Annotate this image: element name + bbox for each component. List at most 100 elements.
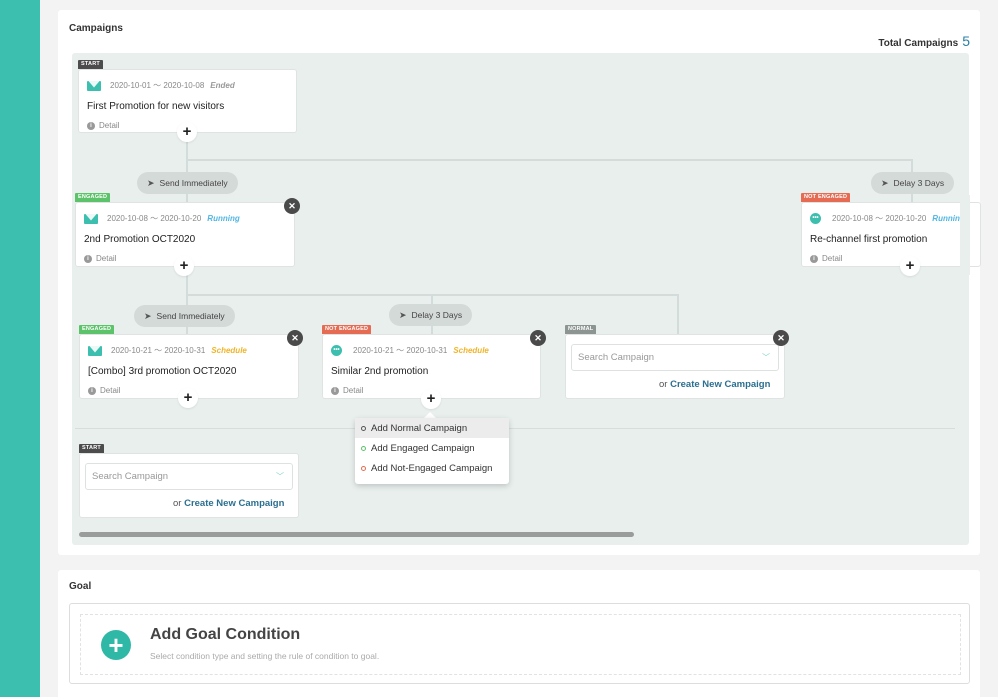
create-label: Create New Campaign bbox=[670, 379, 771, 390]
menu-item-add-normal[interactable]: Add Normal Campaign bbox=[355, 418, 509, 438]
pill-label: Delay 3 Days bbox=[893, 178, 945, 188]
create-label: Create New Campaign bbox=[184, 498, 285, 509]
campaign-status: Ended bbox=[210, 81, 235, 90]
total-campaigns: Total Campaigns 5 bbox=[878, 33, 970, 49]
send-immediately-pill[interactable]: ➤ Send Immediately bbox=[134, 305, 235, 327]
close-icon[interactable]: ✕ bbox=[773, 330, 789, 346]
campaign-status: Schedule bbox=[453, 346, 489, 355]
plus-circle-icon[interactable]: + bbox=[101, 630, 131, 660]
not-engaged-dot-icon bbox=[361, 465, 366, 471]
campaign-dates: 2020-10-08 ～ 2020-10-20 bbox=[832, 214, 927, 223]
pill-label: Send Immediately bbox=[156, 311, 225, 321]
campaign-dates-row: ••• 2020-10-08 ～ 2020-10-20 Running bbox=[810, 213, 965, 224]
detail-link[interactable]: i Detail bbox=[87, 121, 119, 130]
menu-item-add-engaged[interactable]: Add Engaged Campaign bbox=[355, 438, 509, 458]
left-sidebar bbox=[0, 0, 40, 697]
menu-item-label: Add Not-Engaged Campaign bbox=[371, 462, 493, 474]
info-icon: i bbox=[87, 121, 95, 130]
mail-icon bbox=[87, 80, 101, 91]
chat-icon: ••• bbox=[810, 213, 821, 224]
add-branch-button[interactable]: + bbox=[900, 256, 920, 276]
campaign-name: First Promotion for new visitors bbox=[87, 101, 225, 112]
close-icon[interactable]: ✕ bbox=[284, 198, 300, 214]
send-icon: ➤ bbox=[881, 178, 889, 188]
info-icon: i bbox=[88, 386, 96, 395]
close-icon[interactable]: ✕ bbox=[287, 330, 303, 346]
not-engaged-tag: NOT ENGAGED bbox=[322, 325, 372, 334]
add-goal-title[interactable]: Add Goal Condition bbox=[150, 626, 300, 644]
campaign-dates-row: 2020-10-21 ～ 2020-10-31 Schedule bbox=[88, 345, 247, 356]
send-icon: ➤ bbox=[399, 310, 407, 320]
info-icon: i bbox=[331, 386, 339, 395]
detail-label: Detail bbox=[343, 386, 364, 395]
horizontal-scrollbar[interactable] bbox=[79, 532, 634, 537]
start-campaign-card: Search Campaign ﹀ or Create New Campaign bbox=[79, 453, 299, 518]
campaign-name: Re-channel first promotion bbox=[810, 234, 928, 245]
add-branch-button[interactable]: + bbox=[177, 122, 197, 142]
create-new-campaign-link[interactable]: or Create New Campaign bbox=[659, 379, 770, 390]
detail-link[interactable]: i Detail bbox=[88, 386, 120, 395]
start-tag: START bbox=[79, 444, 104, 453]
total-campaigns-label: Total Campaigns bbox=[878, 38, 959, 49]
total-campaigns-count: 5 bbox=[962, 33, 970, 49]
chat-icon: ••• bbox=[331, 345, 342, 356]
normal-tag: NORMAL bbox=[565, 325, 597, 334]
engaged-tag: ENGAGED bbox=[79, 325, 115, 334]
mail-icon bbox=[84, 213, 98, 224]
search-placeholder: Search Campaign bbox=[578, 352, 655, 363]
mail-icon bbox=[88, 345, 102, 356]
not-engaged-tag: NOT ENGAGED bbox=[801, 193, 851, 202]
detail-label: Detail bbox=[100, 386, 121, 395]
engaged-dot-icon bbox=[361, 445, 366, 451]
campaign-status: Running bbox=[207, 214, 240, 223]
menu-item-label: Add Normal Campaign bbox=[371, 422, 468, 434]
start-tag: START bbox=[78, 60, 103, 69]
delay-pill[interactable]: ➤ Delay 3 Days bbox=[871, 172, 955, 194]
campaigns-title: Campaigns bbox=[69, 23, 123, 34]
menu-item-add-not-engaged[interactable]: Add Not-Engaged Campaign bbox=[355, 458, 509, 478]
info-icon: i bbox=[84, 254, 92, 263]
create-new-campaign-link[interactable]: or Create New Campaign bbox=[173, 498, 284, 509]
goal-dashed-area bbox=[80, 614, 961, 675]
send-icon: ➤ bbox=[147, 178, 155, 188]
close-icon[interactable]: ✕ bbox=[530, 330, 546, 346]
campaign-dates-row: 2020-10-01 ～ 2020-10-08 Ended bbox=[87, 80, 235, 91]
delay-pill[interactable]: ➤ Delay 3 Days bbox=[389, 304, 473, 326]
campaign-name: Similar 2nd promotion bbox=[331, 366, 429, 377]
add-branch-button[interactable]: + bbox=[178, 388, 198, 408]
goal-title: Goal bbox=[69, 581, 92, 592]
send-immediately-pill[interactable]: ➤ Send Immediately bbox=[137, 172, 238, 194]
chevron-down-icon: ﹀ bbox=[276, 472, 284, 481]
detail-link[interactable]: i Detail bbox=[84, 254, 116, 263]
detail-label: Detail bbox=[822, 254, 843, 263]
menu-item-label: Add Engaged Campaign bbox=[371, 442, 475, 454]
canvas-clip bbox=[960, 195, 970, 275]
campaign-name: 2nd Promotion OCT2020 bbox=[84, 234, 196, 245]
search-campaign-select[interactable]: Search Campaign ﹀ bbox=[85, 463, 293, 490]
send-icon: ➤ bbox=[144, 311, 152, 321]
campaign-name: [Combo] 3rd promotion OCT2020 bbox=[88, 366, 237, 377]
campaign-status: Schedule bbox=[211, 346, 247, 355]
detail-link[interactable]: i Detail bbox=[331, 386, 363, 395]
add-goal-subtitle: Select condition type and setting the ru… bbox=[150, 651, 380, 661]
campaign-dates: 2020-10-08 ～ 2020-10-20 bbox=[107, 214, 202, 223]
campaign-dates: 2020-10-21 ～ 2020-10-31 bbox=[353, 346, 448, 355]
detail-link[interactable]: i Detail bbox=[810, 254, 842, 263]
campaign-dates: 2020-10-01 ～ 2020-10-08 bbox=[110, 81, 205, 90]
pill-label: Send Immediately bbox=[159, 178, 228, 188]
campaign-dates-row: ••• 2020-10-21 ～ 2020-10-31 Schedule bbox=[331, 345, 489, 356]
add-branch-button[interactable]: + bbox=[174, 256, 194, 276]
campaign-dates: 2020-10-21 ～ 2020-10-31 bbox=[111, 346, 206, 355]
campaign-card-rechannel[interactable]: ••• 2020-10-08 ～ 2020-10-20 Running Re-c… bbox=[801, 202, 981, 267]
search-placeholder: Search Campaign bbox=[92, 471, 169, 482]
normal-campaign-card: Search Campaign ﹀ or Create New Campaign bbox=[565, 334, 785, 399]
connector-line bbox=[186, 159, 913, 161]
detail-label: Detail bbox=[99, 121, 120, 130]
engaged-tag: ENGAGED bbox=[75, 193, 111, 202]
normal-dot-icon bbox=[361, 425, 366, 431]
search-campaign-select[interactable]: Search Campaign ﹀ bbox=[571, 344, 779, 371]
detail-label: Detail bbox=[96, 254, 117, 263]
add-branch-button[interactable]: + bbox=[421, 389, 441, 409]
add-campaign-menu: Add Normal Campaign Add Engaged Campaign… bbox=[355, 418, 509, 484]
connector-line bbox=[677, 294, 679, 336]
